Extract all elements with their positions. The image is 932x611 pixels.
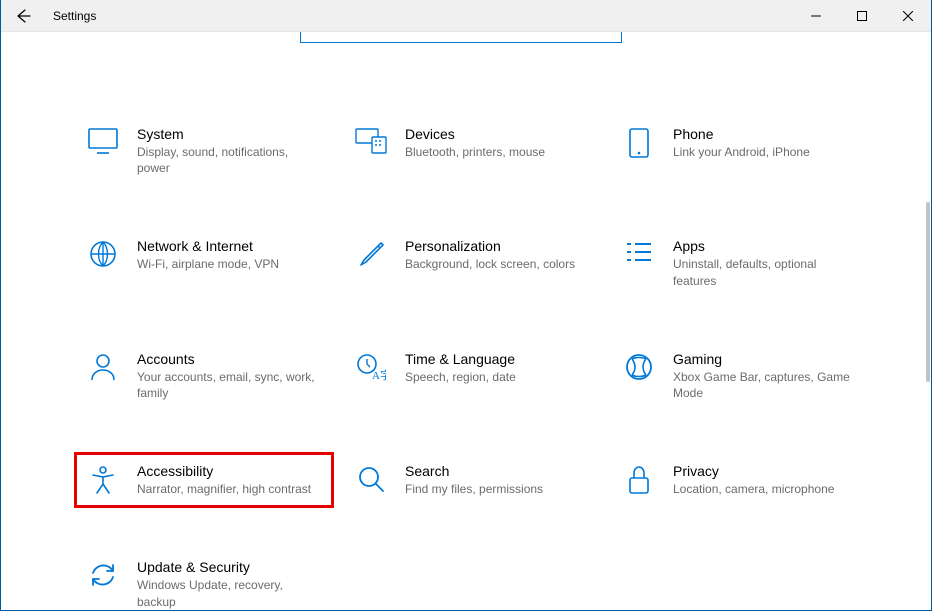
tile-subtitle: Xbox Game Bar, captures, Game Mode: [673, 369, 857, 401]
tile-privacy[interactable]: Privacy Location, camera, microphone: [615, 457, 865, 503]
maximize-button[interactable]: [839, 0, 885, 32]
tile-time-language[interactable]: A字 Time & Language Speech, region, date: [347, 345, 597, 407]
tile-title: Accessibility: [137, 463, 321, 479]
apps-icon: [623, 240, 655, 272]
tile-subtitle: Link your Android, iPhone: [673, 144, 857, 160]
tile-subtitle: Background, lock screen, colors: [405, 256, 589, 272]
tile-search[interactable]: Search Find my files, permissions: [347, 457, 597, 503]
tile-subtitle: Display, sound, notifications, power: [137, 144, 321, 176]
tile-title: Phone: [673, 126, 857, 142]
window-title: Settings: [53, 9, 96, 23]
tile-phone[interactable]: Phone Link your Android, iPhone: [615, 120, 865, 182]
titlebar: Settings: [1, 0, 931, 32]
maximize-icon: [857, 11, 867, 21]
personalization-icon: [355, 240, 387, 272]
devices-icon: [355, 128, 387, 160]
tile-gaming[interactable]: Gaming Xbox Game Bar, captures, Game Mod…: [615, 345, 865, 407]
tile-title: Devices: [405, 126, 589, 142]
minimize-icon: [811, 11, 821, 21]
minimize-button[interactable]: [793, 0, 839, 32]
tile-subtitle: Your accounts, email, sync, work, family: [137, 369, 321, 401]
arrow-left-icon: [15, 8, 31, 24]
tile-title: Update & Security: [137, 559, 321, 575]
close-button[interactable]: [885, 0, 931, 32]
tile-subtitle: Wi-Fi, airplane mode, VPN: [137, 256, 321, 272]
time-language-icon: A字: [355, 353, 387, 385]
tile-title: Gaming: [673, 351, 857, 367]
vertical-scrollbar[interactable]: [919, 32, 931, 610]
accounts-icon: [87, 353, 119, 385]
system-icon: [87, 128, 119, 160]
tile-title: System: [137, 126, 321, 142]
scroll-thumb[interactable]: [926, 202, 930, 382]
tile-title: Privacy: [673, 463, 857, 479]
tile-subtitle: Speech, region, date: [405, 369, 589, 385]
update-icon: [87, 561, 119, 593]
tile-apps[interactable]: Apps Uninstall, defaults, optional featu…: [615, 232, 865, 294]
tile-devices[interactable]: Devices Bluetooth, printers, mouse: [347, 120, 597, 182]
gaming-icon: [623, 353, 655, 385]
tile-title: Time & Language: [405, 351, 589, 367]
tile-accessibility[interactable]: Accessibility Narrator, magnifier, high …: [79, 457, 329, 503]
tile-personalization[interactable]: Personalization Background, lock screen,…: [347, 232, 597, 294]
tile-subtitle: Find my files, permissions: [405, 481, 589, 497]
tile-update-security[interactable]: Update & Security Windows Update, recove…: [79, 553, 329, 611]
svg-text:A字: A字: [372, 368, 386, 381]
settings-grid: System Display, sound, notifications, po…: [79, 120, 869, 611]
accessibility-icon: [87, 465, 119, 497]
tile-accounts[interactable]: Accounts Your accounts, email, sync, wor…: [79, 345, 329, 407]
close-icon: [903, 11, 913, 21]
tile-subtitle: Bluetooth, printers, mouse: [405, 144, 589, 160]
tile-subtitle: Location, camera, microphone: [673, 481, 857, 497]
tile-subtitle: Uninstall, defaults, optional features: [673, 256, 857, 288]
tile-subtitle: Narrator, magnifier, high contrast: [137, 481, 321, 497]
tile-subtitle: Windows Update, recovery, backup: [137, 577, 321, 609]
tile-title: Search: [405, 463, 589, 479]
window-controls: [793, 0, 931, 32]
content-area: System Display, sound, notifications, po…: [1, 32, 931, 611]
back-button[interactable]: [1, 0, 45, 32]
tile-title: Apps: [673, 238, 857, 254]
privacy-icon: [623, 465, 655, 497]
phone-icon: [623, 128, 655, 160]
tile-network[interactable]: Network & Internet Wi-Fi, airplane mode,…: [79, 232, 329, 294]
search-box-bottom-edge[interactable]: [300, 32, 622, 43]
network-icon: [87, 240, 119, 272]
tile-title: Accounts: [137, 351, 321, 367]
tile-system[interactable]: System Display, sound, notifications, po…: [79, 120, 329, 182]
search-icon: [355, 465, 387, 497]
tile-title: Personalization: [405, 238, 589, 254]
tile-title: Network & Internet: [137, 238, 321, 254]
